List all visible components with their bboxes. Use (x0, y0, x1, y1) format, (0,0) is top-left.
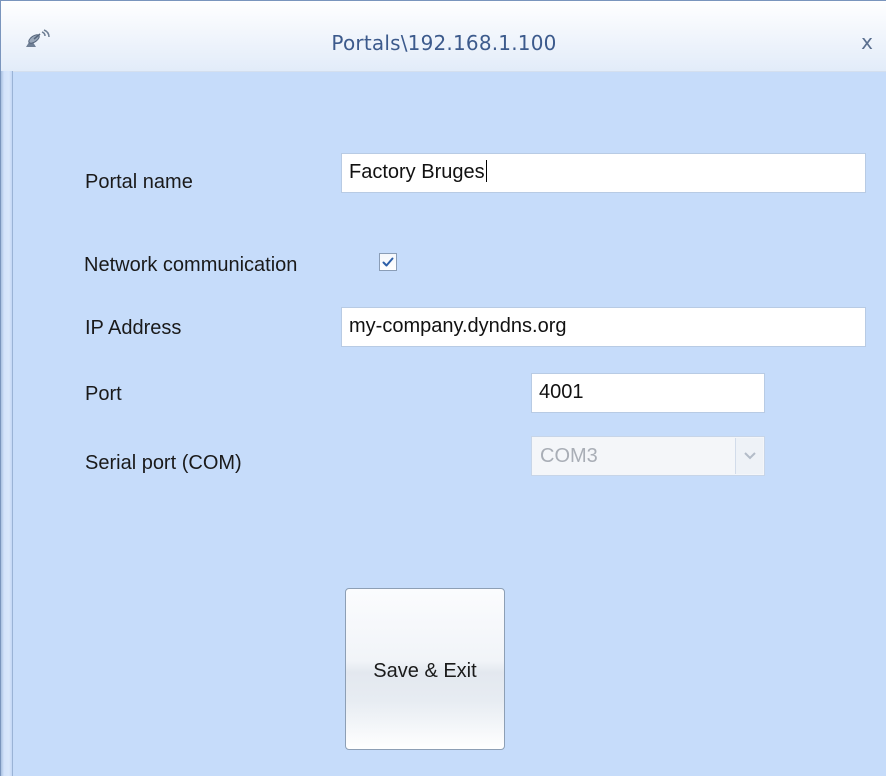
title-bar: Portals\192.168.1.100 x (1, 1, 886, 72)
network-communication-label: Network communication (84, 254, 298, 276)
serial-port-label: Serial port (COM) (85, 452, 242, 474)
portal-name-input[interactable]: Factory Bruges (341, 153, 866, 193)
close-button[interactable]: x (852, 27, 882, 57)
portal-settings-window: Portals\192.168.1.100 x Portal name Fact… (0, 0, 886, 776)
dropdown-button[interactable] (735, 438, 763, 474)
port-input[interactable]: 4001 (531, 373, 765, 413)
ip-address-input[interactable]: my-company.dyndns.org (341, 307, 866, 347)
save-exit-label: Save & Exit (373, 660, 477, 682)
portal-name-label: Portal name (85, 171, 193, 193)
serial-port-value: COM3 (540, 445, 598, 467)
close-icon: x (861, 30, 873, 54)
checkmark-icon (382, 257, 394, 267)
save-exit-button[interactable]: Save & Exit (345, 588, 505, 750)
text-cursor (485, 160, 487, 182)
window-left-border (1, 71, 13, 776)
serial-port-dropdown[interactable]: COM3 (531, 436, 765, 476)
port-label: Port (85, 383, 122, 405)
portal-name-value: Factory Bruges (349, 161, 485, 183)
network-communication-checkbox[interactable] (379, 253, 397, 271)
chevron-down-icon (744, 452, 756, 460)
ip-address-label: IP Address (85, 317, 182, 339)
window-title: Portals\192.168.1.100 (331, 31, 557, 55)
